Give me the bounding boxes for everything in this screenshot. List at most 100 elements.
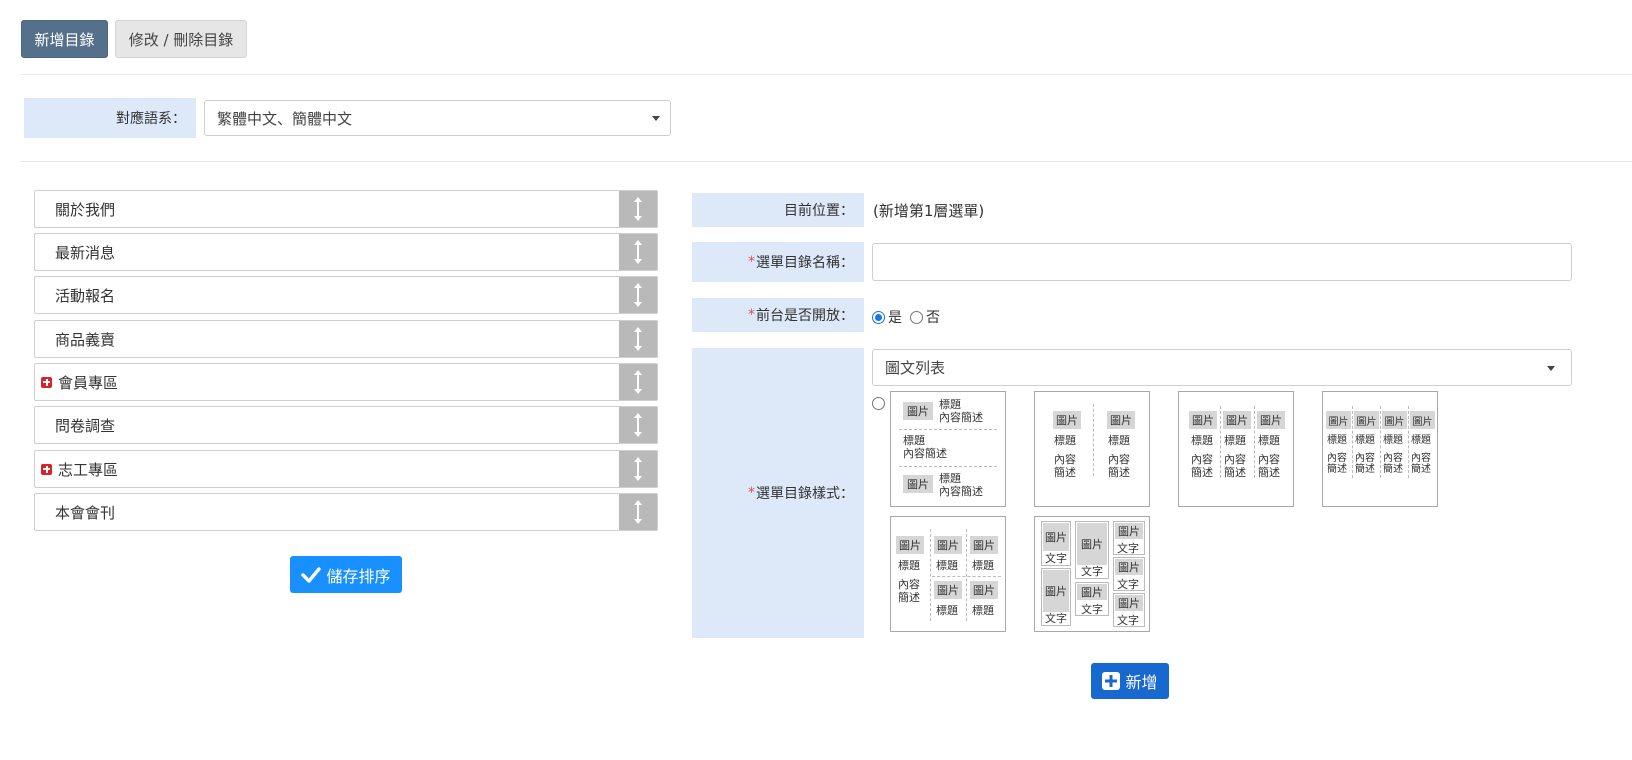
open-no-label: 否 [926,310,940,326]
thumb-text: 內容 簡述 [1224,453,1246,479]
open-yes-radio[interactable] [872,310,885,324]
expand-plus-icon[interactable] [41,376,52,388]
thumb-image: 圖片 [1189,411,1217,429]
menu-item-label: 問卷調查 [55,416,116,435]
thumb-divider [932,576,1001,577]
thumb-image: 圖片 [934,536,962,554]
thumb-image: 圖片 [1354,411,1379,429]
menu-item-members[interactable]: 會員專區 [34,363,658,401]
thumb-text: 內容 簡述 [1327,453,1347,475]
thumb-image: 圖片 [1326,411,1351,429]
thumb-text: 標題 [1411,435,1431,446]
expand-plus-icon[interactable] [41,463,52,475]
style-option-1-thumbnail[interactable]: 圖片 標題 內容簡述 標題 內容簡述 圖片 標題 內容簡述 [890,391,1006,507]
chevron-down-icon [1547,365,1555,371]
menu-item-about[interactable]: 關於我們 [34,190,658,228]
menu-style-select[interactable]: 圖文列表 [872,349,1572,386]
add-button-label: 新增 [1125,673,1158,692]
add-button[interactable]: 新增 [1091,663,1169,699]
menu-item-survey[interactable]: 問卷調查 [34,406,658,444]
thumb-image: 圖片 [1077,584,1107,600]
thumb-text: 文字 [1117,542,1139,555]
divider [20,74,1632,75]
thumb-text: 標題 [1224,434,1246,447]
style-option-3-thumbnail[interactable]: 圖片 標題 內容 簡述 圖片 標題 內容 簡述 圖片 標題 內容 簡述 [1178,391,1294,507]
thumb-text: 標題 [972,604,994,617]
current-position-label: 目前位置： [692,193,864,227]
thumb-divider [1220,406,1221,478]
thumb-text: 內容 簡述 [1108,453,1130,479]
thumb-image: 圖片 [1107,411,1135,429]
thumb-text: 內容 簡述 [898,578,920,604]
thumb-image: 圖片 [1053,411,1081,429]
thumb-divider [1093,404,1094,476]
thumb-text: 文字 [1045,552,1067,565]
tab-add-directory[interactable]: 新增目錄 [21,20,108,58]
style-option-4-thumbnail[interactable]: 圖片 標題 內容 簡述 圖片 標題 內容 簡述 圖片 標題 內容 簡述 圖片 標題 內… [1322,391,1438,507]
drag-handle-icon[interactable] [619,364,657,400]
thumb-text: 文字 [1117,614,1139,627]
required-mark: * [748,485,755,501]
thumb-text: 標題 [1383,435,1403,446]
check-icon [301,566,322,583]
thumb-image: 圖片 [1223,411,1251,429]
thumb-text: 標題 [936,604,958,617]
drag-handle-icon[interactable] [619,494,657,530]
open-frontend-label: * 前台是否開放： [692,298,864,332]
menu-item-label: 會員專區 [58,373,119,392]
style-option-2-thumbnail[interactable]: 圖片 標題 內容 簡述 圖片 標題 內容 簡述 [1034,391,1150,507]
menu-item-events[interactable]: 活動報名 [34,276,658,314]
menu-item-label: 本會會刊 [55,503,116,522]
language-label: 對應語系： [24,98,196,138]
thumb-image: 圖片 [903,402,933,420]
thumb-image: 圖片 [1410,411,1435,429]
style-option-1-radio[interactable] [872,397,885,410]
menu-item-news[interactable]: 最新消息 [34,233,658,271]
language-select[interactable]: 繁體中文、簡體中文 [204,100,671,136]
open-no-radio[interactable] [910,310,923,324]
thumb-text: 內容 簡述 [1054,453,1076,479]
menu-style-label: * 選單目錄樣式： [692,348,864,638]
tab-edit-delete-directory[interactable]: 修改 / 刪除目錄 [115,20,247,58]
thumb-image: 圖片 [934,581,962,599]
open-yes-label: 是 [888,310,902,326]
drag-handle-icon[interactable] [619,191,657,227]
chevron-down-icon [652,116,660,121]
drag-handle-icon[interactable] [619,321,657,357]
menu-name-label-text: 選單目錄名稱： [756,255,854,271]
thumb-text: 內容 簡述 [1258,453,1280,479]
drag-handle-icon[interactable] [619,277,657,313]
style-option-6-thumbnail[interactable]: 圖片 文字 圖片 文字 圖片 文字 圖片 文字 圖片 文字 圖片 文字 圖片 文… [1034,516,1150,632]
drag-handle-icon[interactable] [619,234,657,270]
thumb-divider [1352,406,1353,478]
menu-name-input[interactable] [872,243,1572,281]
thumb-image: 圖片 [1257,411,1285,429]
style-option-5-thumbnail[interactable]: 圖片 標題 內容 簡述 圖片 標題 圖片 標題 圖片 標題 圖片 標題 [890,516,1006,632]
thumb-text: 標題 內容簡述 [903,434,947,460]
menu-style-select-value: 圖文列表 [885,359,946,377]
thumb-divider [1408,406,1409,478]
thumb-text: 內容 簡述 [1355,453,1375,475]
thumb-divider [966,529,967,621]
thumb-image: 圖片 [970,581,998,599]
menu-item-label: 關於我們 [55,200,116,219]
thumb-text: 標題 [936,559,958,572]
thumb-image: 圖片 [1115,559,1143,575]
thumb-text: 標題 內容簡述 [939,398,983,424]
drag-handle-icon[interactable] [619,407,657,443]
thumb-text: 標題 [898,559,920,572]
menu-item-charity-sale[interactable]: 商品義賣 [34,320,658,358]
thumb-text: 標題 [1327,435,1347,446]
drag-handle-icon[interactable] [619,451,657,487]
save-order-label: 儲存排序 [326,566,391,586]
thumb-image: 圖片 [970,536,998,554]
menu-item-volunteers[interactable]: 志工專區 [34,450,658,488]
thumb-text: 標題 [1191,434,1213,447]
save-order-button[interactable]: 儲存排序 [290,556,402,593]
thumb-text: 文字 [1081,603,1103,616]
menu-item-label: 商品義賣 [55,330,116,349]
divider [20,161,1632,162]
menu-item-journal[interactable]: 本會會刊 [34,493,658,531]
thumb-divider [899,466,997,467]
open-frontend-label-text: 前台是否開放： [756,308,854,324]
